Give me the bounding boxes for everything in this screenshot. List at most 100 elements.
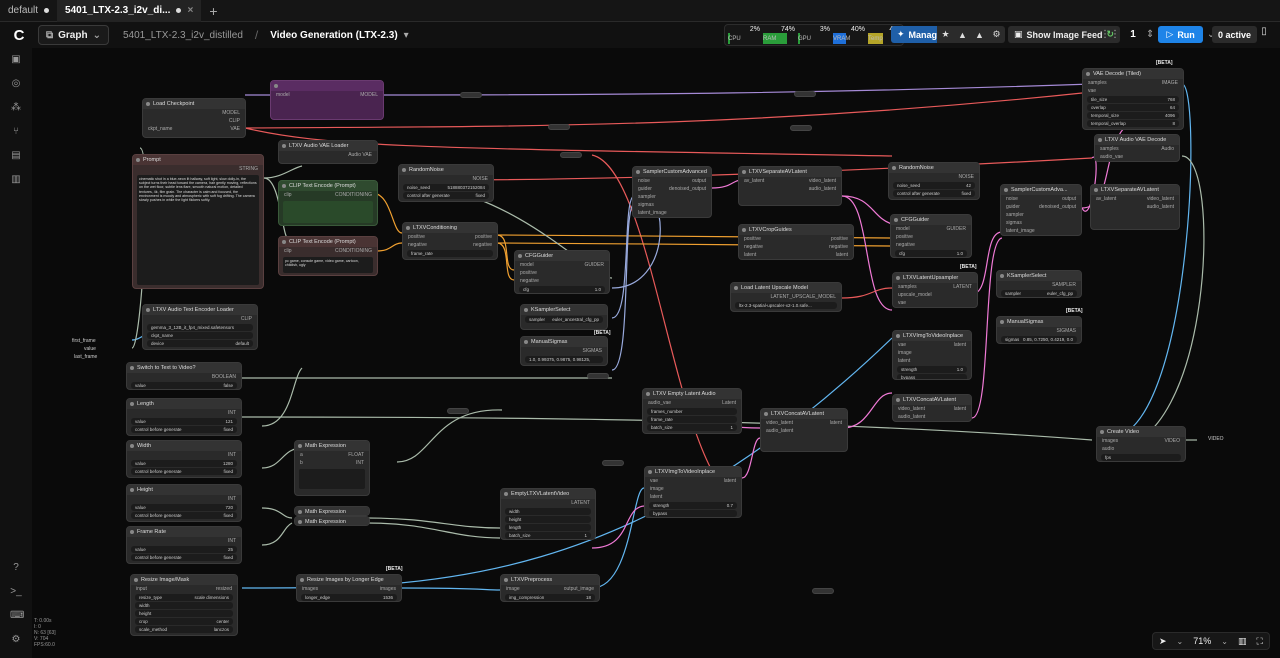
input-video-latent[interactable]: video_latent (766, 419, 793, 427)
node-ltxv-conditioning[interactable]: LTXVConditioning positive positive negati… (402, 222, 498, 260)
output-guider[interactable]: GUIDER (947, 225, 966, 233)
workflows-icon[interactable]: ⑂ (10, 126, 22, 138)
node-graph-canvas[interactable]: Load Checkpoint MODEL CLIP ckpt_name VAE … (32, 48, 1280, 658)
reroute-node[interactable] (602, 460, 624, 466)
output-resized[interactable]: resized (216, 585, 232, 593)
output-video-latent[interactable]: video_latent (1147, 195, 1174, 203)
node-random-noise[interactable]: RandomNoise NOISE noise_seed 42 control a… (888, 162, 980, 200)
batch-size-widget[interactable]: batch_size 1 (647, 424, 737, 431)
compression-widget[interactable]: img_compression 18 (505, 594, 595, 601)
node-random-noise[interactable]: RandomNoise NOISE noise_seed 518880372152… (398, 164, 494, 202)
output-negative[interactable]: negative (829, 243, 848, 251)
star-icon[interactable]: ★ (937, 29, 954, 40)
node-vae-decode-tiled[interactable]: VAE Decode (Tiled) samples IMAGE vae tile… (1082, 68, 1184, 130)
output-images[interactable]: images (380, 585, 396, 593)
input-guider[interactable]: guider (638, 185, 652, 193)
pointer-icon[interactable]: ➤ (1159, 636, 1167, 647)
output-float[interactable]: FLOAT (348, 451, 364, 459)
node-sampler-custom-advanced[interactable]: SamplerCustomAdva... noise output guider d… (1000, 184, 1082, 236)
seed-widget[interactable]: noise_seed 518880372152084 (403, 184, 489, 191)
node-ltxv-audio-vae-decode[interactable]: LTXV Audio VAE Decode samples Audio audio… (1094, 134, 1180, 162)
node-ltxv-audio-text-encoder-loader[interactable]: LTXV Audio Text Encoder Loader CLIP gemm… (142, 304, 258, 350)
output-clip[interactable]: CLIP (229, 117, 240, 125)
input-negative[interactable]: negative (408, 241, 427, 249)
input-input[interactable]: input (136, 585, 147, 593)
reroute-node[interactable] (587, 373, 609, 379)
strength-widget[interactable]: strength 1.0 (897, 366, 967, 373)
input-vae[interactable]: vae (1088, 87, 1096, 95)
video-output-label[interactable]: VIDEO (1208, 436, 1224, 442)
value-widget[interactable]: value false (131, 382, 237, 389)
settings-gear-icon[interactable]: ⚙ (10, 634, 22, 646)
node-ltxv-img-to-video-inplace[interactable]: LTXVImgToVideoInplace vae latent image la… (644, 466, 742, 518)
input-audio[interactable]: audio (1102, 445, 1114, 453)
output-denoised[interactable]: denoised_output (1039, 203, 1076, 211)
output-latent[interactable]: latent (830, 419, 842, 427)
height-widget[interactable]: height (505, 516, 591, 523)
input-noise[interactable]: noise (1006, 195, 1018, 203)
output-denoised[interactable]: denoised_output (669, 185, 706, 193)
node-manual-sigmas[interactable]: ManualSigmas SIGMAS sigmas 0.85, 0.7250, … (996, 316, 1082, 344)
input-samples[interactable]: samples (1100, 145, 1119, 153)
output-audio-latent[interactable]: audio_latent (1147, 203, 1174, 211)
node-math-expression[interactable]: Math Expression a FLOAT b INT (294, 440, 370, 496)
output-audio[interactable]: Audio (1161, 145, 1174, 153)
breadcrumb-parent[interactable]: 5401_LTX-2.3_i2v_distilled (123, 30, 243, 41)
input-image[interactable]: image (506, 585, 520, 593)
output-conditioning[interactable]: CONDITIONING (335, 247, 372, 255)
input-sigmas[interactable]: sigmas (638, 201, 654, 209)
prompt-textarea[interactable] (283, 201, 373, 223)
tab-workflow[interactable]: 5401_LTX-2.3_i2v_di... × (57, 0, 202, 22)
output-audio-vae[interactable]: Audio VAE (348, 151, 372, 159)
control-widget[interactable]: control after generate fixed (403, 192, 489, 199)
input-latent-image[interactable]: latent_image (638, 209, 667, 217)
minimap-icon[interactable]: ▥ (1238, 636, 1247, 647)
control-widget[interactable]: control before generate fixed (131, 554, 237, 561)
input-upscale-model[interactable]: upscale_model (898, 291, 932, 299)
output-positive[interactable]: positive (475, 233, 492, 241)
node-resize-image-mask[interactable]: Resize Image/Mask input resized resize_ty… (130, 574, 238, 636)
queue-count-input[interactable]: 1 (1124, 29, 1142, 40)
output-noise[interactable]: NOISE (472, 175, 488, 183)
control-widget[interactable]: control before generate fixed (131, 512, 237, 519)
stepper-icon[interactable]: ⇕ (1146, 29, 1154, 40)
run-button[interactable]: ▷ Run (1158, 26, 1203, 43)
output-noise[interactable]: NOISE (958, 173, 974, 181)
frame-rate-widget[interactable]: frame_rate (407, 250, 493, 257)
control-widget[interactable]: control after generate fixed (893, 190, 975, 197)
node-ltxv-preprocess[interactable]: LTXVPreprocess image output_image img_com… (500, 574, 600, 602)
output-conditioning[interactable]: CONDITIONING (335, 191, 372, 199)
node-ltxv-separate-av-latent[interactable]: LTXVSeparateAVLatent av_latent video_late… (1090, 184, 1180, 230)
input-value-label[interactable]: value (84, 346, 96, 352)
node-ltxv-concat-av-latent[interactable]: LTXVConcatAVLatent video_latent latent au… (892, 394, 972, 422)
input-av-latent[interactable]: av_latent (744, 177, 764, 185)
output-int[interactable]: INT (228, 451, 236, 459)
widget-label[interactable]: ckpt_name (148, 125, 172, 133)
input-video-latent[interactable]: video_latent (898, 405, 925, 413)
tab-default[interactable]: default (0, 0, 57, 22)
crop-widget[interactable]: crop center (135, 618, 233, 625)
longer-edge-widget[interactable]: longer_edge 1536 (301, 594, 397, 601)
node-math-expression-collapsed[interactable]: Math Expression (294, 506, 370, 516)
text-encoder-widget[interactable]: gemma_3_12B_it_fp4_mixed.safetensors (147, 324, 253, 331)
images-icon[interactable]: ▣ (10, 54, 22, 66)
output-sigmas[interactable]: SIGMAS (583, 347, 602, 355)
input-image[interactable]: image (650, 485, 664, 493)
value-widget[interactable]: value 1280 (131, 460, 237, 467)
cfg-widget[interactable]: cfg 1.0 (895, 250, 967, 257)
input-last-frame-label[interactable]: last_frame (74, 354, 97, 360)
node-manual-sigmas[interactable]: ManualSigmas SIGMAS 1.0, 0.99375, 0.9875… (520, 336, 608, 366)
output-positive[interactable]: positive (831, 235, 848, 243)
output-model[interactable]: MODEL (222, 109, 240, 117)
bypass-widget[interactable]: bypass (649, 510, 737, 517)
input-sampler[interactable]: sampler (1006, 211, 1024, 219)
panel-toggle-icon[interactable]: ▯ (1256, 26, 1272, 43)
input-image[interactable]: image (898, 349, 912, 357)
gear-icon[interactable]: ⚙ (988, 29, 1005, 40)
input-model[interactable]: model (520, 261, 534, 269)
queue-icon[interactable]: ▤ (10, 150, 22, 162)
node-cfg-guider[interactable]: CFGGuider model GUIDER positive negative … (890, 214, 972, 258)
input-guider[interactable]: guider (1006, 203, 1020, 211)
output-int[interactable]: INT (228, 495, 236, 503)
output-latent[interactable]: latent (836, 251, 848, 259)
